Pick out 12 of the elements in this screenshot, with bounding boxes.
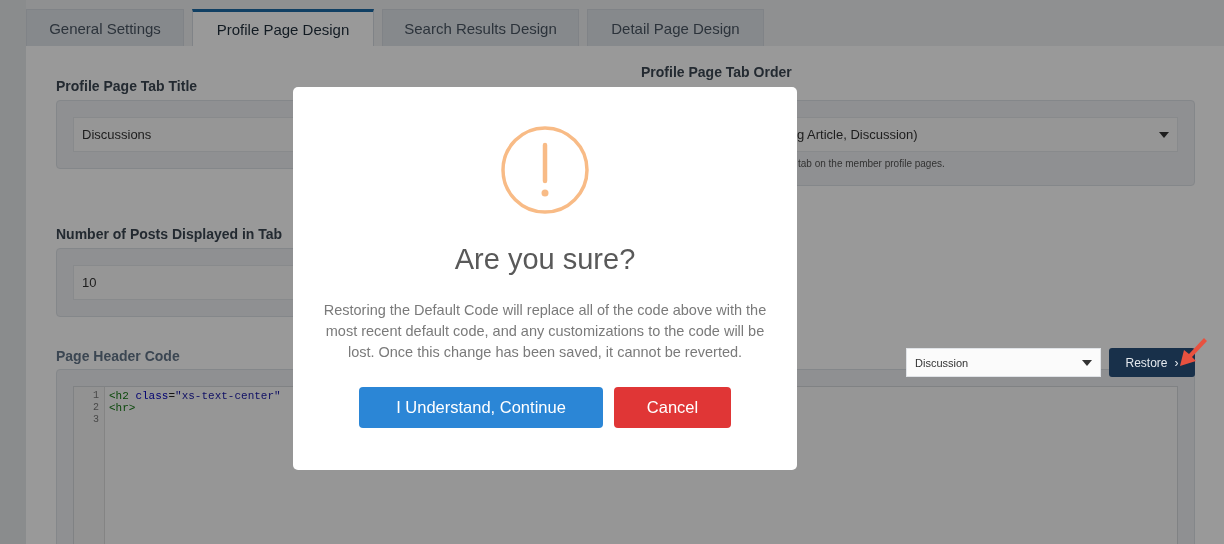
code-line: <hr> — [109, 402, 136, 414]
line-number: 1 — [92, 390, 100, 402]
dialog-title: Are you sure? — [454, 243, 636, 276]
field-label: Profile Page Tab Order — [641, 64, 793, 82]
field-label: Number of Posts Displayed in Tab — [56, 226, 284, 244]
code-line: <h2 class="xs-text-center" — [109, 390, 281, 402]
field-label: Page Header Code — [56, 348, 180, 366]
dialog-message: Restoring the Default Code will replace all of the code above with the most recent default code, and any customizations to the code will be lost. Once this change has been saved, it cannot be reverted. — [322, 301, 768, 362]
line-number: 2 — [92, 402, 100, 414]
help-text: tab on the member profile pages. — [797, 158, 946, 169]
line-number: 3 — [92, 414, 100, 426]
field-label: Profile Page Tab Title — [56, 78, 199, 96]
